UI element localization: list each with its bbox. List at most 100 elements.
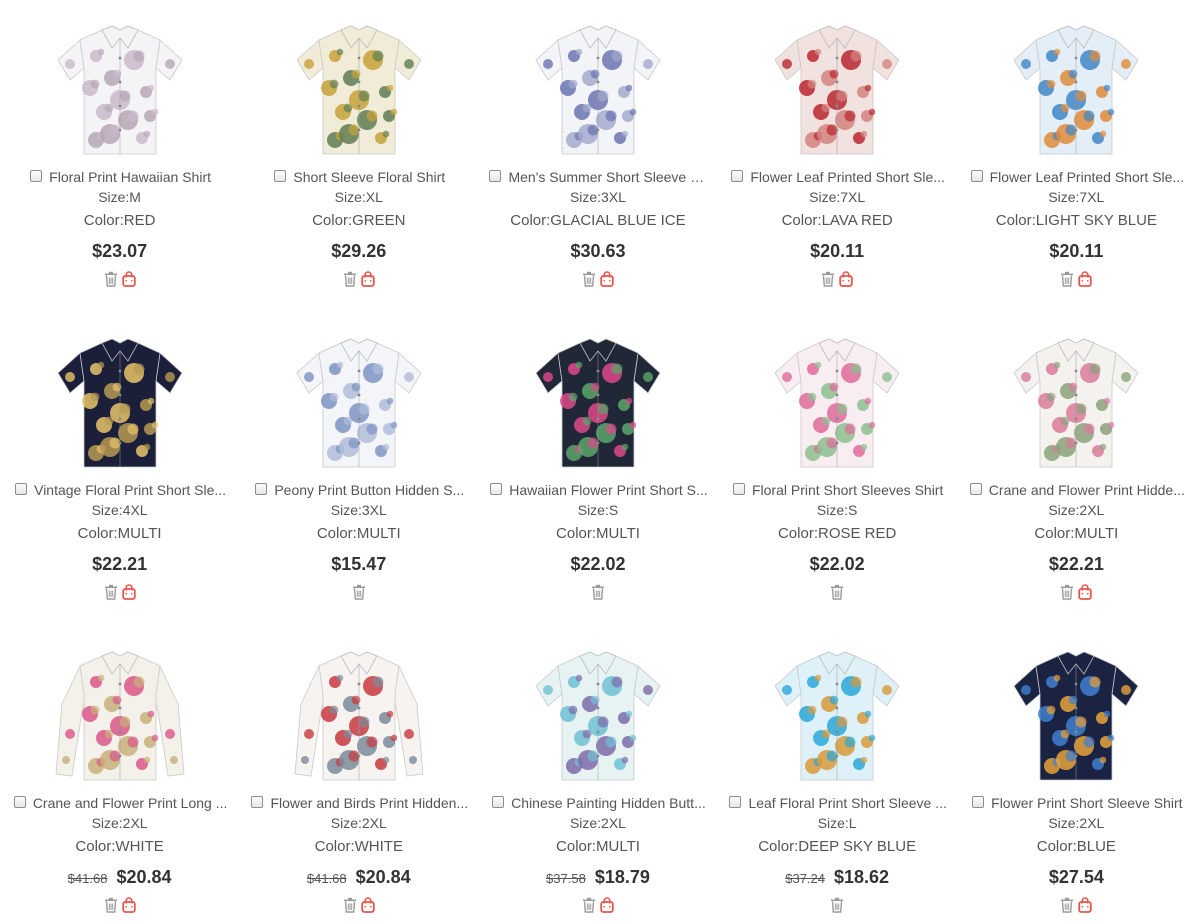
- product-card[interactable]: Vintage Floral Print Short Sle... Size:4…: [0, 313, 239, 626]
- product-title-row: Leaf Floral Print Short Sleeve ...: [728, 794, 949, 812]
- product-image[interactable]: [50, 634, 190, 784]
- product-image[interactable]: [289, 321, 429, 471]
- trash-icon[interactable]: [582, 271, 596, 287]
- shopping-bag-icon[interactable]: [1078, 584, 1093, 600]
- trash-icon[interactable]: [343, 271, 357, 287]
- product-image[interactable]: [528, 634, 668, 784]
- trash-icon[interactable]: [1060, 271, 1074, 287]
- trash-icon[interactable]: [582, 897, 596, 913]
- select-checkbox[interactable]: [731, 170, 744, 182]
- shopping-bag-icon[interactable]: [361, 271, 375, 287]
- product-image[interactable]: [289, 8, 429, 158]
- shopping-bag-icon[interactable]: [121, 897, 136, 913]
- product-title[interactable]: Leaf Floral Print Short Sleeve ...: [748, 795, 946, 811]
- shopping-bag-icon[interactable]: [121, 271, 136, 287]
- trash-icon[interactable]: [1060, 584, 1074, 600]
- product-image[interactable]: [767, 8, 907, 158]
- shopping-bag-icon[interactable]: [600, 271, 614, 287]
- select-checkbox[interactable]: [969, 483, 982, 495]
- trash-icon[interactable]: [830, 584, 844, 600]
- product-card[interactable]: Flower Leaf Printed Short Sle... Size:7X…: [718, 0, 957, 313]
- product-title[interactable]: Crane and Flower Print Long ...: [33, 795, 228, 811]
- product-title[interactable]: Crane and Flower Print Hidde...: [989, 482, 1185, 498]
- product-card[interactable]: Flower Leaf Printed Short Sle... Size:7X…: [957, 0, 1196, 313]
- product-image[interactable]: [1006, 634, 1146, 784]
- sale-price: $18.62: [834, 867, 890, 887]
- product-image[interactable]: [767, 321, 907, 471]
- product-card[interactable]: Men's Summer Short Sleeve S... Size:3XL …: [478, 0, 717, 313]
- product-title[interactable]: Flower Print Short Sleeve Shirt: [991, 795, 1182, 811]
- product-title[interactable]: Flower and Birds Print Hidden...: [270, 795, 468, 811]
- trash-icon[interactable]: [830, 897, 844, 913]
- product-card[interactable]: Flower and Birds Print Hidden... Size:2X…: [239, 626, 478, 923]
- trash-icon[interactable]: [591, 584, 605, 600]
- product-title[interactable]: Men's Summer Short Sleeve S...: [508, 169, 708, 185]
- shopping-bag-icon[interactable]: [1078, 271, 1093, 287]
- product-image[interactable]: [528, 8, 668, 158]
- trash-icon[interactable]: [104, 897, 118, 913]
- trash-icon[interactable]: [352, 584, 366, 600]
- select-checkbox[interactable]: [13, 796, 26, 808]
- product-image[interactable]: [50, 8, 190, 158]
- select-checkbox[interactable]: [274, 170, 287, 182]
- product-title-row: Flower Print Short Sleeve Shirt: [967, 794, 1188, 812]
- product-size: Size:M: [98, 189, 141, 205]
- shopping-bag-icon[interactable]: [121, 584, 136, 600]
- product-card[interactable]: Chinese Painting Hidden Butt... Size:2XL…: [478, 626, 717, 923]
- select-checkbox[interactable]: [15, 483, 28, 495]
- select-checkbox[interactable]: [30, 170, 43, 182]
- select-checkbox[interactable]: [489, 170, 502, 182]
- product-image[interactable]: [767, 634, 907, 784]
- product-image[interactable]: [50, 321, 190, 471]
- select-checkbox[interactable]: [732, 483, 745, 495]
- sale-price: $27.54: [1048, 867, 1104, 887]
- select-checkbox[interactable]: [251, 796, 264, 808]
- product-title[interactable]: Floral Print Short Sleeves Shirt: [752, 482, 943, 498]
- product-color: Color:GREEN: [312, 212, 406, 229]
- product-card[interactable]: Flower Print Short Sleeve Shirt Size:2XL…: [957, 626, 1196, 923]
- select-checkbox[interactable]: [492, 796, 505, 808]
- trash-icon[interactable]: [1060, 897, 1074, 913]
- trash-icon[interactable]: [343, 897, 357, 913]
- product-title[interactable]: Flower Leaf Printed Short Sle...: [990, 169, 1185, 185]
- sale-price: $30.63: [570, 241, 626, 261]
- product-card[interactable]: Hawaiian Flower Print Short S... Size:S …: [478, 313, 717, 626]
- product-image[interactable]: [1006, 8, 1146, 158]
- trash-icon[interactable]: [821, 271, 835, 287]
- product-card[interactable]: Peony Print Button Hidden S... Size:3XL …: [239, 313, 478, 626]
- product-card[interactable]: Crane and Flower Print Hidde... Size:2XL…: [957, 313, 1196, 626]
- shopping-bag-icon[interactable]: [839, 271, 853, 287]
- product-card[interactable]: Floral Print Short Sleeves Shirt Size:S …: [718, 313, 957, 626]
- product-title[interactable]: Peony Print Button Hidden S...: [274, 482, 464, 498]
- product-color: Color:WHITE: [75, 838, 164, 855]
- product-title[interactable]: Short Sleeve Floral Shirt: [293, 169, 445, 185]
- shopping-bag-icon[interactable]: [1078, 897, 1093, 913]
- sale-price: $20.84: [355, 867, 411, 887]
- select-checkbox[interactable]: [972, 796, 985, 808]
- shopping-bag-icon[interactable]: [600, 897, 614, 913]
- select-checkbox[interactable]: [970, 170, 983, 182]
- product-title[interactable]: Flower Leaf Printed Short Sle...: [750, 169, 945, 185]
- product-card[interactable]: Leaf Floral Print Short Sleeve ... Size:…: [718, 626, 957, 923]
- original-price: $41.68: [306, 871, 347, 886]
- original-price: $41.68: [67, 871, 108, 886]
- product-title-row: Chinese Painting Hidden Butt...: [488, 794, 709, 812]
- product-color: Color:RED: [83, 212, 156, 229]
- shopping-bag-icon[interactable]: [361, 897, 375, 913]
- product-card[interactable]: Floral Print Hawaiian Shirt Size:M Color…: [0, 0, 239, 313]
- product-image[interactable]: [528, 321, 668, 471]
- product-title-row: Floral Print Hawaiian Shirt: [10, 168, 231, 186]
- select-checkbox[interactable]: [729, 796, 742, 808]
- trash-icon[interactable]: [104, 271, 118, 287]
- select-checkbox[interactable]: [255, 483, 268, 495]
- product-image[interactable]: [1006, 321, 1146, 471]
- product-title[interactable]: Chinese Painting Hidden Butt...: [511, 795, 706, 811]
- product-title[interactable]: Floral Print Hawaiian Shirt: [49, 169, 211, 185]
- select-checkbox[interactable]: [490, 483, 503, 495]
- product-image[interactable]: [289, 634, 429, 784]
- product-title[interactable]: Hawaiian Flower Print Short S...: [509, 482, 707, 498]
- trash-icon[interactable]: [104, 584, 118, 600]
- product-title[interactable]: Vintage Floral Print Short Sle...: [34, 482, 226, 498]
- product-card[interactable]: Crane and Flower Print Long ... Size:2XL…: [0, 626, 239, 923]
- product-card[interactable]: Short Sleeve Floral Shirt Size:XL Color:…: [239, 0, 478, 313]
